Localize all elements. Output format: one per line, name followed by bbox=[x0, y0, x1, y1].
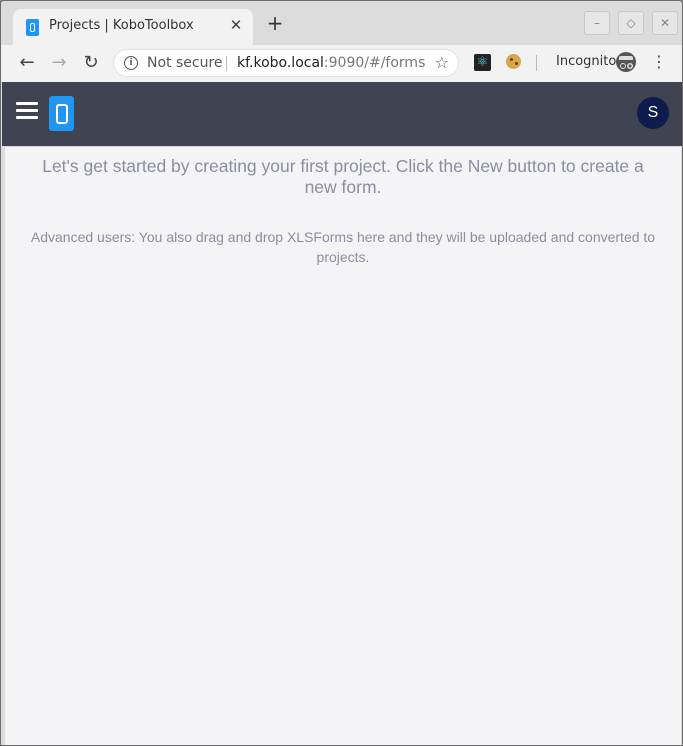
address-divider bbox=[226, 56, 227, 71]
hamburger-menu-icon[interactable] bbox=[16, 102, 38, 120]
maximize-button[interactable]: ◇ bbox=[618, 11, 644, 35]
tab-strip: Projects | KoboToolbox ✕ + – ◇ ✕ bbox=[1, 1, 682, 45]
window-controls: – ◇ ✕ bbox=[584, 11, 678, 35]
url-path: :9090/#/forms bbox=[323, 55, 426, 71]
user-avatar[interactable]: S bbox=[637, 97, 669, 129]
close-tab-icon[interactable]: ✕ bbox=[227, 16, 245, 34]
incognito-icon bbox=[616, 52, 636, 72]
address-bar[interactable]: i Not secure kf.kobo.local:9090/#/forms … bbox=[113, 49, 459, 77]
bookmark-star-icon[interactable]: ☆ bbox=[435, 53, 449, 72]
incognito-label: Incognito bbox=[556, 54, 617, 69]
toolbar-divider bbox=[536, 55, 537, 71]
back-arrow-icon[interactable]: ← bbox=[17, 53, 37, 73]
browser-toolbar: ← → ↻ i Not secure kf.kobo.local:9090/#/… bbox=[1, 45, 682, 82]
react-devtools-icon[interactable]: ⚛ bbox=[474, 54, 491, 71]
new-tab-button[interactable]: + bbox=[265, 13, 285, 33]
close-window-button[interactable]: ✕ bbox=[652, 11, 678, 35]
url-host: kf.kobo.local bbox=[237, 55, 324, 71]
app-header: S bbox=[2, 82, 682, 146]
forward-arrow-icon[interactable]: → bbox=[49, 53, 69, 73]
reload-icon[interactable]: ↻ bbox=[81, 53, 101, 73]
url-text[interactable]: kf.kobo.local:9090/#/forms bbox=[237, 55, 425, 71]
cookie-icon[interactable] bbox=[506, 54, 521, 69]
browser-tab[interactable]: Projects | KoboToolbox ✕ bbox=[13, 9, 253, 45]
empty-state-hint: Advanced users: You also drag and drop X… bbox=[30, 229, 656, 265]
browser-window: Projects | KoboToolbox ✕ + – ◇ ✕ ← → ↻ i… bbox=[0, 0, 683, 746]
browser-menu-icon[interactable]: ⋮ bbox=[651, 52, 667, 72]
minimize-button[interactable]: – bbox=[584, 11, 610, 35]
security-label[interactable]: Not secure bbox=[147, 55, 223, 71]
forms-dropzone[interactable]: Let's get started by creating your first… bbox=[5, 146, 681, 745]
tab-title: Projects | KoboToolbox bbox=[49, 18, 194, 33]
empty-state-title: Let's get started by creating your first… bbox=[42, 156, 644, 197]
kobo-logo-icon bbox=[26, 19, 39, 36]
info-icon[interactable]: i bbox=[124, 56, 138, 70]
kobo-logo-icon[interactable] bbox=[49, 96, 74, 131]
